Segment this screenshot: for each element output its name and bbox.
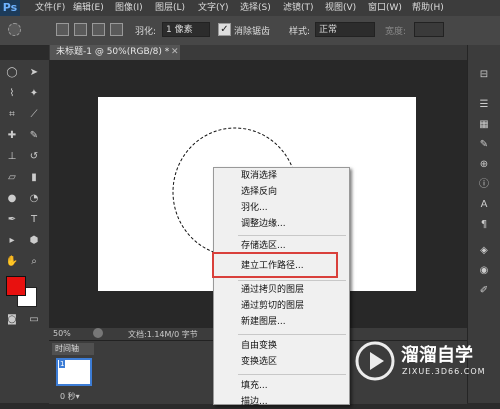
watermark-title: 溜溜自学	[401, 345, 473, 366]
menu-separator	[238, 280, 346, 281]
menu-separator	[238, 334, 346, 335]
menu-item-refine-edge[interactable]: 调整边缘...	[241, 218, 286, 231]
status-info-icon[interactable]	[93, 328, 103, 338]
menu-separator	[238, 374, 346, 375]
menu-item-fill[interactable]: 填充...	[241, 380, 268, 393]
context-menu: 取消选择 选择反向 羽化... 调整边缘... 存储选区... 建立工作路径..…	[213, 167, 350, 407]
panel-icon-clone[interactable]: ⊕	[475, 157, 493, 172]
frame-delay[interactable]: 0 秒▾	[60, 391, 80, 402]
panel-icon-info[interactable]: ⓘ	[475, 177, 493, 192]
watermark-url: ZIXUE.3D66.COM	[402, 367, 486, 376]
highlight-box	[212, 252, 338, 278]
menu-item-layer-via-cut[interactable]: 通过剪切的图层	[241, 300, 304, 313]
panel-icon-paragraph[interactable]: ¶	[475, 217, 493, 232]
panel-icon-char[interactable]: A	[475, 197, 493, 212]
frame-thumbnail[interactable]: 1	[56, 358, 92, 386]
panel-icon-adjust[interactable]: ☰	[475, 97, 493, 112]
panel-icon-actions[interactable]: ▦	[475, 117, 493, 132]
document-info: 文档:1.14M/0 字节	[128, 330, 198, 339]
watermark: 溜溜自学 ZIXUE.3D66.COM	[355, 337, 495, 389]
panel-icon-paths[interactable]: ✐	[475, 283, 493, 298]
panel-icon-history[interactable]: ⊟	[475, 67, 493, 82]
menu-item-inverse[interactable]: 选择反向	[241, 186, 277, 199]
zoom-level: 50%	[53, 329, 71, 338]
panel-icon-channels[interactable]: ◉	[475, 263, 493, 278]
watermark-logo-icon	[355, 341, 395, 381]
timeline-tab[interactable]: 时间轴	[52, 343, 94, 355]
panel-icon-layers[interactable]: ◈	[475, 243, 493, 258]
frame-number: 1	[59, 360, 66, 368]
menu-item-new-layer[interactable]: 新建图层...	[241, 316, 286, 329]
menu-separator	[238, 235, 346, 236]
menu-item-transform-selection[interactable]: 变换选区	[241, 356, 277, 369]
menu-item-deselect[interactable]: 取消选择	[241, 170, 277, 183]
menu-item-free-transform[interactable]: 自由变换	[241, 340, 277, 353]
menu-item-layer-via-copy[interactable]: 通过拷贝的图层	[241, 284, 304, 297]
panel-icon-brush[interactable]: ✎	[475, 137, 493, 152]
menu-item-feather[interactable]: 羽化...	[241, 202, 268, 215]
